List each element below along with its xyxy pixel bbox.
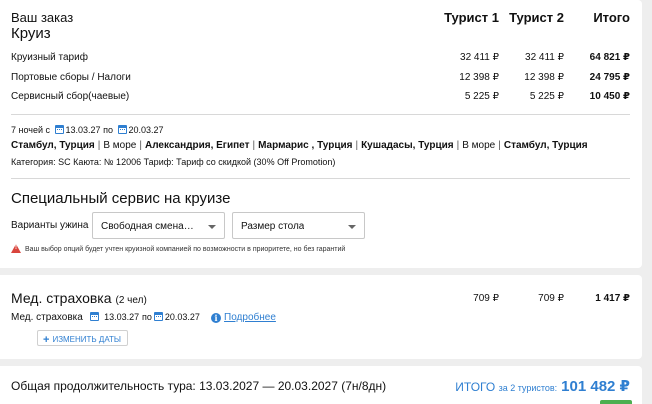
row-label-service-fee: Сервисный сбор(чаевые) — [11, 91, 130, 102]
route-separator: | — [498, 140, 501, 151]
cruise-heading: Круиз — [11, 25, 51, 42]
service-fee-t2: 5 225 ₽ — [529, 91, 564, 102]
insurance-people: (2 чел) — [115, 295, 147, 306]
plus-icon: + — [43, 334, 50, 346]
insurance-date-from: 13.03.27 — [104, 312, 140, 322]
table-size-select[interactable]: Размер стола — [232, 212, 365, 239]
insurance-dates: Мед. страховка 13.03.27 по 20.03.27 i Подр… — [11, 312, 276, 323]
date-to: 20.03.27 — [128, 125, 164, 135]
chevron-down-icon — [208, 225, 216, 229]
cruise-route: Стамбул, Турция | В море | Александрия, Егип… — [11, 140, 588, 151]
insurance-date-to: 20.03.27 — [164, 312, 200, 322]
row-label-port-fees: Портовые сборы / Налоги — [11, 72, 131, 83]
cruise-dates: 7 ночей с 13.03.27 по 20.03.27 — [11, 125, 164, 135]
change-dates-button[interactable]: + ИЗМЕНИТЬ ДАТЫ — [37, 330, 129, 346]
your-order-heading: Ваш заказ — [11, 10, 74, 25]
route-stop: В море — [103, 140, 137, 151]
column-total: Итого — [593, 10, 630, 25]
dinner-options-label: Варианты ужина — [11, 220, 89, 231]
insurance-sub-label: Мед. страховка — [11, 312, 83, 323]
change-dates-label: ИЗМЕНИТЬ ДАТЫ — [52, 335, 122, 344]
more-details-link[interactable]: Подробнее — [224, 312, 276, 323]
warning-text: Ваш выбор опций будет учтен круизной ком… — [25, 246, 346, 253]
total-for: за 2 туристов: — [498, 383, 558, 393]
route-separator: | — [456, 140, 460, 151]
table-size-select-value: Размер стола — [241, 221, 305, 232]
calendar-icon — [54, 125, 64, 134]
warning-icon — [11, 244, 21, 253]
route-separator: | — [97, 140, 101, 151]
grand-total: ИТОГО за 2 туристов: 101 482 ₽ — [455, 377, 630, 395]
route-stop: Кушадасы, Турция — [361, 140, 454, 151]
dinner-select[interactable]: Свободная смена питания — [92, 212, 225, 239]
dinner-select-value: Свободная смена питания — [101, 221, 195, 232]
options-warning: Ваш выбор опций будет учтен круизной ком… — [11, 244, 345, 253]
cruise-fare-t1: 32 411 ₽ — [460, 52, 499, 63]
insurance-title-text: Мед. страховка — [11, 290, 112, 306]
calendar-icon — [117, 125, 127, 134]
date-by: по — [103, 125, 113, 135]
cruise-fare-t2: 32 411 ₽ — [525, 52, 564, 63]
info-icon: i — [211, 313, 222, 323]
route-stop: В море — [462, 140, 496, 151]
chevron-down-icon — [348, 225, 356, 229]
service-fee-t1: 5 225 ₽ — [464, 91, 499, 102]
port-fees-t2: 12 398 ₽ — [524, 72, 564, 83]
insurance-title: Мед. страховка (2 чел) — [11, 290, 147, 306]
route-stop: Александрия, Египет — [144, 140, 250, 151]
footer-card: Общая продолжительность тура: 13.03.2027… — [0, 366, 642, 404]
nights-prefix: 7 ночей с — [11, 125, 51, 135]
total-value: 101 482 ₽ — [561, 378, 630, 395]
service-fee-total: 10 450 ₽ — [589, 91, 630, 102]
date-from: 13.03.27 — [65, 125, 101, 135]
insurance-card: Мед. страховка (2 чел) 709 ₽ 709 ₽ 1 417 … — [0, 275, 642, 359]
calendar-icon — [90, 312, 100, 321]
divider — [11, 114, 630, 115]
port-fees-total: 24 795 ₽ — [589, 72, 630, 83]
route-separator: | — [355, 140, 359, 151]
port-fees-t1: 12 398 ₽ — [459, 72, 499, 83]
route-separator: | — [139, 140, 142, 151]
route-stop: Мармарис , Турция — [258, 140, 353, 151]
column-tourist-1: Турист 1 — [444, 10, 499, 25]
route-stop: Стамбул, Турция — [11, 140, 95, 151]
calendar-icon — [153, 312, 163, 321]
special-service-title: Специальный сервис на круизе — [11, 190, 231, 207]
total-label: ИТОГО — [455, 380, 496, 394]
cabin-info: Категория: SC Каюта: № 12006 Тариф: Тари… — [11, 157, 336, 167]
green-tab[interactable] — [600, 400, 632, 404]
row-label-cruise-fare: Круизный тариф — [11, 52, 88, 63]
insurance-t1: 709 ₽ — [473, 293, 499, 304]
cruise-fare-total: 64 821 ₽ — [589, 52, 630, 63]
route-separator: | — [252, 140, 256, 151]
insurance-t2: 709 ₽ — [538, 293, 564, 304]
tour-duration: Общая продолжительность тура: 13.03.2027… — [11, 379, 387, 393]
route-stop: Стамбул, Турция — [503, 140, 588, 151]
insurance-total: 1 417 ₽ — [595, 293, 630, 304]
column-tourist-2: Турист 2 — [509, 10, 564, 25]
order-card: Ваш заказ Круиз Турист 1 Турист 2 Итого … — [0, 0, 642, 268]
insurance-date-by: по — [141, 312, 152, 322]
divider — [11, 178, 630, 179]
